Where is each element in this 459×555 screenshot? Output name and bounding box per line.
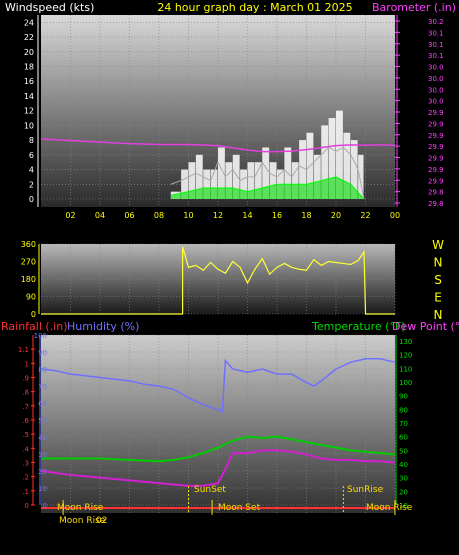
temp-tick-label: 120	[399, 352, 412, 360]
dir-tick-label: 0	[31, 310, 36, 319]
sunrise-label: SunRise	[347, 485, 384, 495]
humidity-tick-label: 70	[38, 383, 47, 391]
compass-label: N	[434, 256, 443, 270]
rain-tick-label: .8	[22, 389, 29, 397]
dewpoint-axis-title: Dew Point (°F)	[392, 320, 459, 333]
baro-tick-label: 29.8	[428, 200, 444, 208]
temp-tick-label: 30	[399, 475, 408, 483]
baro-tick-label: 29.9	[428, 120, 444, 128]
chart-title: 24 hour graph day : March 01 2025	[157, 1, 352, 14]
rain-tick-label: .6	[22, 417, 29, 425]
compass-label: S	[434, 273, 442, 287]
wind-tick-label: 10	[24, 121, 34, 130]
wind-tick-label: 18	[24, 63, 34, 72]
humidity-tick-label: 90	[38, 349, 47, 357]
dir-tick-label: 360	[21, 240, 36, 249]
rain-tick-label: .7	[22, 403, 29, 411]
temp-tick-label: 80	[399, 406, 408, 414]
moonrise-label-right: Moon Rise	[366, 503, 413, 513]
x-tick-label: 10	[183, 211, 193, 220]
baro-tick-label: 30.0	[428, 75, 444, 83]
dir-tick-label: 180	[21, 275, 36, 284]
temp-tick-label: 130	[399, 338, 412, 346]
x-tick-label: 16	[272, 211, 282, 220]
baro-tick-label: 29.9	[428, 177, 444, 185]
humidity-tick-label: 20	[38, 468, 47, 476]
x-tick-label: 12	[213, 211, 223, 220]
x-tick-label: 00	[390, 211, 400, 220]
humidity-tick-label: 0	[43, 502, 47, 510]
humidity-tick-label: 10	[38, 485, 47, 493]
compass-label: E	[434, 291, 442, 305]
wind-tick-label: 4	[29, 166, 34, 175]
rain-tick-label: 0	[25, 502, 29, 510]
wind-tick-label: 22	[24, 33, 34, 42]
rain-tick-label: 1.1	[18, 346, 29, 354]
baro-tick-label: 30.1	[428, 41, 444, 49]
x-tick-label: 06	[124, 211, 134, 220]
rain-tick-label: .3	[22, 460, 29, 468]
baro-tick-label: 29.8	[428, 189, 444, 197]
baro-tick-label: 29.9	[428, 166, 444, 174]
weather-graph: Windspeed (kts) 24 hour graph day : Marc…	[1, 1, 459, 526]
wind-tick-label: 20	[24, 48, 34, 57]
baro-tick-label: 30.2	[428, 18, 444, 26]
humidity-tick-label: 60	[38, 400, 47, 408]
wind-tick-label: 0	[29, 195, 34, 204]
rain-tick-label: .2	[22, 474, 29, 482]
x-tick-label: 04	[95, 211, 105, 220]
baro-tick-label: 30.0	[428, 86, 444, 94]
windspeed-axis-title: Windspeed (kts)	[5, 1, 94, 14]
dir-tick-label: 90	[26, 293, 36, 302]
humidity-tick-label: 80	[38, 366, 47, 374]
humidity-tick-label: 40	[38, 434, 47, 442]
wind-tick-label: 14	[24, 92, 34, 101]
humidity-tick-label: 30	[38, 451, 47, 459]
rain-tick-label: 1	[25, 360, 29, 368]
barometer-axis-title: Barometer (.in)	[372, 1, 456, 14]
baro-tick-label: 29.9	[428, 109, 444, 117]
temp-tick-label: 50	[399, 447, 408, 455]
baro-tick-label: 30.1	[428, 52, 444, 60]
x-tick-label: 20	[331, 211, 341, 220]
baro-tick-label: 30.0	[428, 98, 444, 106]
x-first-label-bottom: 02	[96, 516, 107, 526]
x-tick-label: 22	[360, 211, 370, 220]
wind-tick-label: 2	[29, 180, 34, 189]
x-tick-label: 02	[65, 211, 75, 220]
x-tick-label: 14	[242, 211, 252, 220]
temp-tick-label: 70	[399, 420, 408, 428]
moonrise-label-left: Moon Rise	[57, 503, 104, 513]
x-tick-label: 08	[154, 211, 164, 220]
wind-tick-label: 16	[24, 77, 34, 86]
compass-label: W	[432, 238, 444, 252]
temp-tick-label: 100	[399, 379, 412, 387]
temp-tick-label: 110	[399, 365, 412, 373]
x-tick-label: 18	[301, 211, 311, 220]
rain-tick-label: .9	[22, 375, 29, 383]
baro-tick-label: 29.9	[428, 143, 444, 151]
rainfall-axis-title: Rainfall (.in)	[1, 320, 68, 333]
dir-tick-label: 270	[21, 258, 36, 267]
temp-tick-label: 60	[399, 434, 408, 442]
humidity-axis-title: Humidity (%)	[67, 320, 139, 333]
wind-tick-label: 6	[29, 151, 34, 160]
baro-tick-label: 29.9	[428, 132, 444, 140]
wind-tick-label: 8	[29, 136, 34, 145]
sunset-label: SunSet	[194, 485, 226, 495]
temp-tick-label: 90	[399, 393, 408, 401]
temp-tick-label: 40	[399, 461, 408, 469]
wind-tick-label: 24	[24, 18, 34, 27]
humidity-tick-label: 50	[38, 417, 47, 425]
baro-tick-label: 30.1	[428, 29, 444, 37]
wind-tick-label: 12	[24, 107, 34, 116]
temp-tick-label: 20	[399, 488, 408, 496]
baro-tick-label: 29.9	[428, 155, 444, 163]
rain-tick-label: .5	[22, 431, 29, 439]
moonset-label: Moon Set	[218, 503, 261, 513]
rain-tick-label: .1	[22, 488, 29, 496]
baro-tick-label: 30.0	[428, 64, 444, 72]
rain-tick-label: .4	[22, 445, 29, 453]
